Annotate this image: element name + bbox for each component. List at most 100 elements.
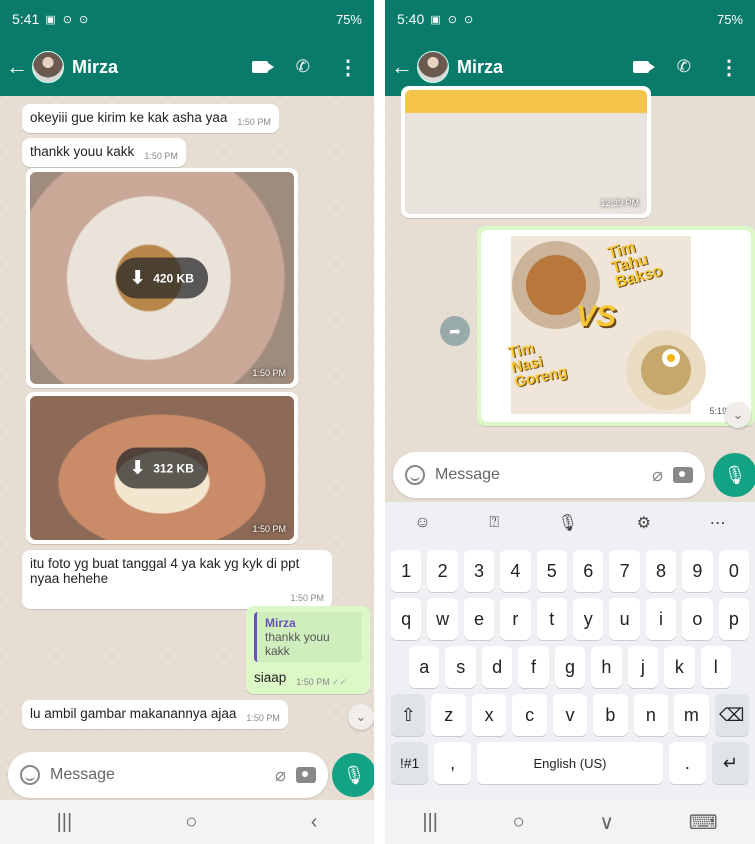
scroll-down-button[interactable]: ⌄ xyxy=(348,704,374,730)
message-incoming[interactable]: lu ambil gambar makanannya ajaa 1:50 PM xyxy=(22,700,288,729)
avatar[interactable] xyxy=(417,51,449,83)
recent-apps-button[interactable]: ||| xyxy=(57,811,73,834)
message-input[interactable]: Message xyxy=(50,766,265,784)
more-options-icon[interactable]: ⋮ xyxy=(338,55,358,80)
key[interactable]: k xyxy=(664,646,695,688)
key[interactable]: f xyxy=(518,646,549,688)
emoji-icon[interactable] xyxy=(20,765,40,785)
key[interactable]: l xyxy=(700,646,731,688)
forward-icon[interactable]: ➦ xyxy=(440,316,470,346)
key-row-bottom: ⇧ z x c v b n m ⌫ xyxy=(385,694,755,736)
video-call-icon[interactable] xyxy=(632,61,655,73)
phone-call-icon[interactable]: ✆ xyxy=(296,57,310,77)
key[interactable]: j xyxy=(627,646,659,688)
recent-apps-button[interactable]: ||| xyxy=(422,811,438,834)
chat-area[interactable]: okeyiii gue kirim ke kak asha yaa 1:50 PM… xyxy=(0,96,374,844)
emoji-keyboard-icon[interactable]: ☺ xyxy=(414,514,430,532)
key[interactable]: i xyxy=(645,598,677,640)
shift-key[interactable]: ⇧ xyxy=(391,694,426,736)
message-incoming[interactable]: thankk youu kakk 1:50 PM xyxy=(22,138,186,167)
download-button[interactable]: ⬇ 420 KB xyxy=(116,257,208,299)
hide-keyboard-button[interactable]: ∨ xyxy=(599,810,614,835)
key[interactable]: m xyxy=(674,694,709,736)
image-time: 1:50 PM xyxy=(252,368,286,378)
enter-key[interactable]: ↵ xyxy=(711,742,749,784)
more-icon[interactable]: ⋯ xyxy=(710,513,726,533)
key[interactable]: q xyxy=(390,598,422,640)
home-button[interactable]: ○ xyxy=(185,811,197,834)
home-button[interactable]: ○ xyxy=(513,811,525,834)
key[interactable]: g xyxy=(554,646,586,688)
settings-icon[interactable]: ⚙ xyxy=(637,513,651,533)
keyboard-switch-icon[interactable]: ⌨ xyxy=(689,810,718,835)
image-message[interactable]: ⬇ 312 KB 1:50 PM xyxy=(26,392,298,544)
key[interactable]: e xyxy=(463,598,495,640)
emoji-icon[interactable] xyxy=(405,465,425,485)
key[interactable]: 6 xyxy=(573,550,604,592)
quoted-reply[interactable]: Mirza thankk youu kakk xyxy=(254,612,362,662)
symbols-key[interactable]: !#1 xyxy=(391,742,429,784)
contact-name[interactable]: Mirza xyxy=(72,57,118,78)
comma-key[interactable]: , xyxy=(434,742,472,784)
key[interactable]: y xyxy=(573,598,604,640)
key[interactable]: p xyxy=(718,598,750,640)
backspace-key[interactable]: ⌫ xyxy=(714,694,749,736)
key[interactable]: a xyxy=(409,646,440,688)
key[interactable]: 7 xyxy=(609,550,640,592)
back-button[interactable]: ‹ xyxy=(311,811,318,834)
attach-icon[interactable]: ⌀ xyxy=(275,765,286,786)
key[interactable]: w xyxy=(427,598,458,640)
phone-call-icon[interactable]: ✆ xyxy=(677,57,691,77)
message-incoming[interactable]: okeyiii gue kirim ke kak asha yaa 1:50 PM xyxy=(22,104,279,133)
contact-name[interactable]: Mirza xyxy=(457,57,503,78)
avatar[interactable] xyxy=(32,51,64,83)
video-call-icon[interactable] xyxy=(251,61,274,73)
mic-button[interactable]: 🎙 xyxy=(713,453,755,497)
key[interactable]: u xyxy=(609,598,640,640)
key[interactable]: c xyxy=(512,694,547,736)
key[interactable]: z xyxy=(431,694,466,736)
key[interactable]: 0 xyxy=(718,550,750,592)
image-message-outgoing[interactable]: Tim Tahu Bakso VS Tim Nasi Goreng 5:19 P… xyxy=(477,226,755,426)
back-arrow-icon[interactable]: ← xyxy=(391,54,413,80)
voice-input-icon[interactable]: 🎙 xyxy=(558,513,578,533)
attach-icon[interactable]: ⌀ xyxy=(652,465,663,486)
image-message[interactable]: ⬇ 420 KB 1:50 PM xyxy=(26,168,298,388)
key[interactable]: n xyxy=(633,694,669,736)
back-arrow-icon[interactable]: ← xyxy=(6,54,28,80)
message-outgoing[interactable]: Mirza thankk youu kakk siaap 1:50 PM ✓✓ xyxy=(246,606,370,694)
key[interactable]: b xyxy=(593,694,628,736)
key[interactable]: t xyxy=(536,598,567,640)
camera-icon[interactable] xyxy=(296,767,316,783)
key[interactable]: h xyxy=(591,646,622,688)
space-key[interactable]: English (US) xyxy=(477,742,663,784)
key[interactable]: 8 xyxy=(645,550,677,592)
scroll-down-button[interactable]: ⌄ xyxy=(725,402,751,428)
key[interactable]: 3 xyxy=(463,550,495,592)
status-time: 5:41 xyxy=(12,11,40,27)
key[interactable]: 2 xyxy=(427,550,458,592)
period-key[interactable]: . xyxy=(668,742,706,784)
image-time: 1:50 PM xyxy=(252,524,286,534)
download-button[interactable]: ⬇ 312 KB xyxy=(116,447,208,489)
system-nav-bar: ||| ○ ∨ ⌨ xyxy=(385,800,755,844)
more-options-icon[interactable]: ⋮ xyxy=(719,55,739,80)
key[interactable]: s xyxy=(445,646,476,688)
key[interactable]: r xyxy=(500,598,531,640)
message-incoming[interactable]: itu foto yg buat tanggal 4 ya kak yg kyk… xyxy=(22,550,332,609)
key[interactable]: x xyxy=(471,694,507,736)
message-input[interactable]: Message xyxy=(435,466,642,484)
key[interactable]: o xyxy=(682,598,713,640)
image-message[interactable]: 12:39 PM xyxy=(401,86,651,218)
key[interactable]: 5 xyxy=(536,550,567,592)
key[interactable]: 9 xyxy=(682,550,713,592)
message-time: 1:50 PM xyxy=(237,117,271,127)
chat-area[interactable]: 12:39 PM Tim Tahu Bakso VS Tim Nasi Gore… xyxy=(385,86,755,502)
camera-icon[interactable] xyxy=(673,467,693,483)
key[interactable]: 4 xyxy=(500,550,531,592)
key[interactable]: 1 xyxy=(390,550,422,592)
mic-button[interactable]: 🎙 xyxy=(332,753,374,797)
key[interactable]: d xyxy=(481,646,513,688)
sticker-icon[interactable]: ⍰ xyxy=(489,514,499,532)
key[interactable]: v xyxy=(552,694,588,736)
